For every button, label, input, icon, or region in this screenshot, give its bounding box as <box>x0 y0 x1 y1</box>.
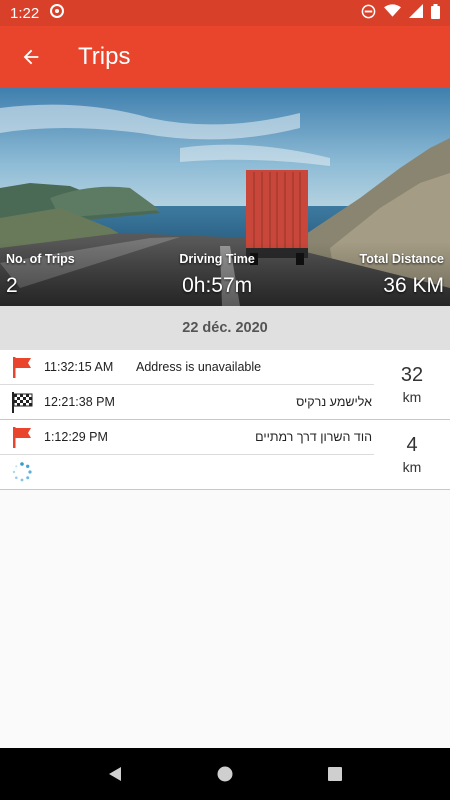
trip-start-time: 1:12:29 PM <box>44 429 108 444</box>
nav-back-button[interactable] <box>95 754 135 794</box>
battery-icon <box>431 3 440 23</box>
trips-count-value: 2 <box>6 274 18 297</box>
trip-start-time: 11:32:15 AM <box>44 359 114 374</box>
dnd-icon <box>361 4 376 23</box>
circle-home-icon <box>217 766 233 782</box>
trip-start-row: 1:12:29 PM הוד השרון דרך רמתיים <box>0 420 374 455</box>
trip-distance-value: 4 <box>406 434 418 456</box>
date-section-header: 22 déc. 2020 <box>0 306 450 350</box>
trip-end-row <box>0 455 374 490</box>
trip-start-row: 11:32:15 AM Address is unavailable <box>0 350 374 385</box>
arrow-back-icon <box>23 49 39 65</box>
trip-distance: 4 km <box>374 420 450 489</box>
total-distance-label: Total Distance <box>359 252 444 266</box>
system-nav-bar <box>0 748 450 800</box>
square-recents-icon <box>328 767 342 781</box>
trips-count-label: No. of Trips <box>6 252 75 266</box>
page-title: Trips <box>78 43 131 70</box>
driving-time-label: Driving Time <box>179 252 255 266</box>
app-bar: Trips <box>0 26 450 88</box>
status-time: 1:22 <box>10 4 40 22</box>
notification-icon <box>49 3 65 23</box>
trips-count-stat: No. of Trips 2 <box>6 242 75 306</box>
signal-icon <box>409 4 423 22</box>
wifi-icon <box>384 4 401 22</box>
trip-start-address: הוד השרון דרך רמתיים <box>255 429 372 444</box>
nav-home-button[interactable] <box>205 754 245 794</box>
trips-list: 11:32:15 AM Address is unavailable 12:21… <box>0 350 450 748</box>
trip-distance-unit: km <box>402 459 422 475</box>
start-flag-icon <box>10 425 34 449</box>
trip-distance-unit: km <box>402 389 422 405</box>
trip-distance: 32 km <box>374 350 450 419</box>
trip-start-address: Address is unavailable <box>136 359 262 374</box>
trip-item[interactable]: 11:32:15 AM Address is unavailable 12:21… <box>0 350 450 420</box>
trip-summary: No. of Trips 2 Driving Time 0h:57m Total… <box>0 242 450 306</box>
trip-distance-value: 32 <box>400 364 424 386</box>
back-button[interactable] <box>0 26 62 88</box>
driving-time-value: 0h:57m <box>182 274 253 297</box>
total-distance-stat: Total Distance 36 KM <box>359 242 444 306</box>
trip-end-row: 12:21:38 PM אלישמע נרקיס <box>0 385 374 420</box>
trip-end-address: אלישמע נרקיס <box>296 394 372 409</box>
nav-recents-button[interactable] <box>315 754 355 794</box>
loading-spinner-icon <box>10 460 34 484</box>
status-bar: 1:22 <box>0 0 450 26</box>
hero-banner: No. of Trips 2 Driving Time 0h:57m Total… <box>0 88 450 306</box>
total-distance-value: 36 KM <box>383 274 444 297</box>
start-flag-icon <box>10 355 34 379</box>
trip-end-time: 12:21:38 PM <box>44 394 115 409</box>
triangle-back-icon <box>109 767 121 781</box>
driving-time-stat: Driving Time 0h:57m <box>179 242 254 306</box>
finish-flag-icon <box>10 390 34 414</box>
trip-item[interactable]: 1:12:29 PM הוד השרון דרך רמתיים 4 km <box>0 420 450 490</box>
